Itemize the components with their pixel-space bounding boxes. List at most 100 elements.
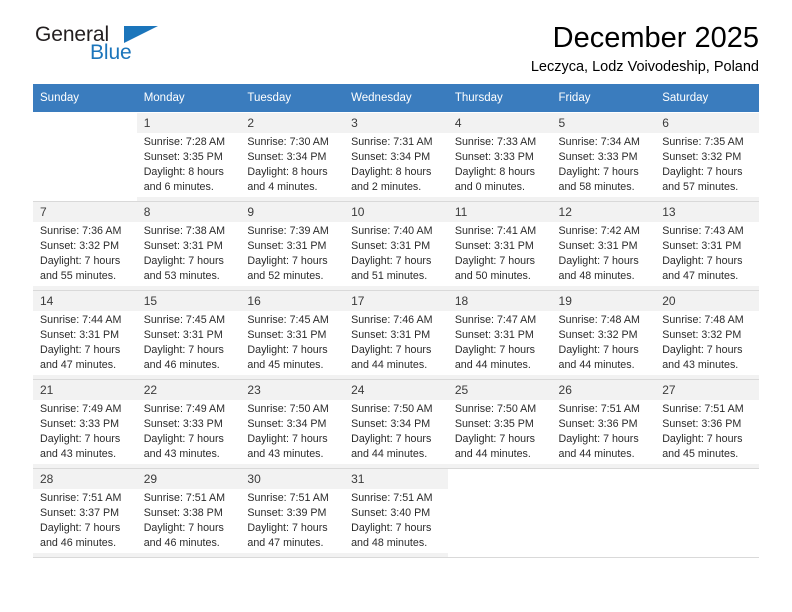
calendar-page: General Blue December 2025 Leczyca, Lodz… <box>0 0 792 612</box>
day-detail-line: and 43 minutes. <box>40 448 117 461</box>
calendar-cell-empty <box>33 112 137 202</box>
day-details: Sunrise: 7:44 AM Sunset: 3:31 PM Daylight:… <box>33 311 137 376</box>
calendar-day-cell[interactable]: 3 Sunrise: 7:31 AM Sunset: 3:34 PM Daylight… <box>344 112 448 202</box>
calendar-day-cell[interactable]: 4 Sunrise: 7:33 AM Sunset: 3:33 PM Daylight… <box>447 112 552 202</box>
day-detail-line: and 47 minutes. <box>662 270 739 283</box>
day-number: 4 <box>447 113 552 134</box>
day-detail-line: and 6 minutes. <box>143 181 214 194</box>
calendar-day-cell[interactable]: 29 Sunrise: 7:51 AM Sunset: 3:38 PM Dayligh… <box>136 468 241 558</box>
calendar-day-cell[interactable]: 1 Sunrise: 7:28 AM Sunset: 3:35 PM Daylight… <box>136 112 241 202</box>
day-detail-line: Sunset: 3:33 PM <box>558 151 638 164</box>
calendar-day-cell[interactable]: 17 Sunrise: 7:46 AM Sunset: 3:31 PM Dayligh… <box>344 290 448 380</box>
page-subtitle: Leczyca, Lodz Voivodeship, Poland <box>530 59 759 76</box>
weekday-header-thursday: Thursday <box>447 84 552 113</box>
calendar-day-cell[interactable]: 8 Sunrise: 7:38 AM Sunset: 3:31 PM Daylight… <box>136 201 241 291</box>
day-detail-line: Daylight: 7 hours <box>40 433 121 446</box>
calendar-day-cell[interactable]: 25 Sunrise: 7:50 AM Sunset: 3:35 PM Dayligh… <box>447 379 552 469</box>
calendar-day-cell[interactable]: 23 Sunrise: 7:50 AM Sunset: 3:34 PM Dayligh… <box>240 379 345 469</box>
calendar-day-cell[interactable]: 12 Sunrise: 7:42 AM Sunset: 3:31 PM Dayligh… <box>551 201 656 291</box>
calendar-day-cell[interactable]: 24 Sunrise: 7:50 AM Sunset: 3:34 PM Dayligh… <box>344 379 448 469</box>
day-detail-line: Daylight: 7 hours <box>558 433 639 446</box>
weekday-header-saturday: Saturday <box>655 84 759 113</box>
calendar-day-cell[interactable]: 9 Sunrise: 7:39 AM Sunset: 3:31 PM Daylight… <box>240 201 345 291</box>
day-details: Sunrise: 7:51 AM Sunset: 3:37 PM Daylight:… <box>33 489 137 554</box>
calendar-cell-empty <box>447 468 552 558</box>
calendar-day-cell[interactable]: 19 Sunrise: 7:48 AM Sunset: 3:32 PM Dayligh… <box>551 290 656 380</box>
calendar-day-cell[interactable]: 28 Sunrise: 7:51 AM Sunset: 3:37 PM Dayligh… <box>33 468 137 558</box>
day-details <box>551 489 656 554</box>
calendar-day-cell[interactable]: 7 Sunrise: 7:36 AM Sunset: 3:32 PM Daylight… <box>33 201 137 291</box>
day-detail-line: Sunrise: 7:36 AM <box>40 225 122 238</box>
calendar-week-row: 21 Sunrise: 7:49 AM Sunset: 3:33 PM Dayligh… <box>33 379 759 469</box>
calendar-day-cell[interactable]: 16 Sunrise: 7:45 AM Sunset: 3:31 PM Dayligh… <box>240 290 345 380</box>
brand-name-bottom: Blue <box>90 41 132 64</box>
weekday-header-wednesday: Wednesday <box>344 84 448 113</box>
day-detail-line: Daylight: 7 hours <box>40 344 121 357</box>
day-detail-line: and 44 minutes. <box>558 448 635 461</box>
day-detail-line: Sunset: 3:36 PM <box>662 418 742 431</box>
calendar-day-cell[interactable]: 21 Sunrise: 7:49 AM Sunset: 3:33 PM Dayligh… <box>33 379 137 469</box>
day-detail-line: and 46 minutes. <box>143 359 220 372</box>
calendar-day-cell[interactable]: 20 Sunrise: 7:48 AM Sunset: 3:32 PM Dayligh… <box>655 290 759 380</box>
day-detail-line: Sunset: 3:33 PM <box>454 151 534 164</box>
day-detail-line: Sunrise: 7:43 AM <box>662 225 744 238</box>
calendar-day-cell[interactable]: 6 Sunrise: 7:35 AM Sunset: 3:32 PM Daylight… <box>655 112 759 202</box>
day-detail-line: Sunset: 3:35 PM <box>143 151 223 164</box>
calendar-week-row: 7 Sunrise: 7:36 AM Sunset: 3:32 PM Daylight… <box>33 201 759 291</box>
day-detail-line: Daylight: 8 hours <box>247 166 328 179</box>
day-details <box>655 489 759 554</box>
day-detail-line: Daylight: 7 hours <box>454 255 536 268</box>
day-detail-line: and 45 minutes. <box>247 359 324 372</box>
day-detail-line: Sunrise: 7:51 AM <box>662 403 744 416</box>
day-detail-line: Sunrise: 7:40 AM <box>351 225 433 238</box>
day-number: 14 <box>33 291 137 312</box>
calendar-day-cell[interactable]: 5 Sunrise: 7:34 AM Sunset: 3:33 PM Daylight… <box>551 112 656 202</box>
day-detail-line: Sunrise: 7:28 AM <box>143 136 226 149</box>
title-block: December 2025 Leczyca, Lodz Voivodeship,… <box>219 22 759 77</box>
calendar-day-cell[interactable]: 2 Sunrise: 7:30 AM Sunset: 3:34 PM Daylight… <box>240 112 345 202</box>
day-details: Sunrise: 7:33 AM Sunset: 3:33 PM Daylight:… <box>447 133 552 198</box>
day-details: Sunrise: 7:28 AM Sunset: 3:35 PM Daylight:… <box>136 133 241 198</box>
day-detail-line: and 48 minutes. <box>351 537 428 550</box>
day-detail-line: Sunrise: 7:33 AM <box>454 136 537 149</box>
day-detail-line: Sunset: 3:31 PM <box>247 240 327 253</box>
day-detail-line: Sunset: 3:32 PM <box>662 329 742 342</box>
weekday-header-row: Sunday Monday Tuesday Wednesday Thursday Frid… <box>33 84 759 113</box>
day-detail-line: Sunset: 3:31 PM <box>247 329 327 342</box>
day-details <box>33 133 137 198</box>
day-number <box>552 469 656 489</box>
day-details: Sunrise: 7:51 AM Sunset: 3:38 PM Daylight:… <box>136 489 241 554</box>
day-detail-line: Sunrise: 7:35 AM <box>662 136 744 149</box>
calendar-day-cell[interactable]: 18 Sunrise: 7:47 AM Sunset: 3:31 PM Dayligh… <box>447 290 552 380</box>
day-number: 5 <box>551 113 656 134</box>
calendar-day-cell[interactable]: 10 Sunrise: 7:40 AM Sunset: 3:31 PM Dayligh… <box>344 201 448 291</box>
calendar-day-cell[interactable]: 27 Sunrise: 7:51 AM Sunset: 3:36 PM Dayligh… <box>655 379 759 469</box>
day-details: Sunrise: 7:41 AM Sunset: 3:31 PM Daylight:… <box>447 222 552 287</box>
calendar-day-cell[interactable]: 14 Sunrise: 7:44 AM Sunset: 3:31 PM Dayligh… <box>33 290 137 380</box>
day-detail-line: Daylight: 7 hours <box>143 433 224 446</box>
day-details: Sunrise: 7:35 AM Sunset: 3:32 PM Daylight:… <box>655 133 759 198</box>
calendar-day-cell[interactable]: 31 Sunrise: 7:51 AM Sunset: 3:40 PM Dayligh… <box>344 468 448 558</box>
day-detail-line: Daylight: 7 hours <box>662 344 743 357</box>
day-detail-line: and 48 minutes. <box>558 270 635 283</box>
calendar-week-row: 28 Sunrise: 7:51 AM Sunset: 3:37 PM Dayligh… <box>33 468 759 558</box>
page-title: December 2025 <box>552 22 759 54</box>
day-detail-line: Daylight: 7 hours <box>143 255 224 268</box>
calendar-day-cell[interactable]: 13 Sunrise: 7:43 AM Sunset: 3:31 PM Dayligh… <box>655 201 759 291</box>
calendar-cell-empty <box>551 468 656 558</box>
day-number: 1 <box>136 113 241 134</box>
day-number: 20 <box>655 291 759 312</box>
calendar-day-cell[interactable]: 26 Sunrise: 7:51 AM Sunset: 3:36 PM Dayligh… <box>551 379 656 469</box>
day-detail-line: Sunset: 3:31 PM <box>454 329 534 342</box>
calendar-day-cell[interactable]: 22 Sunrise: 7:49 AM Sunset: 3:33 PM Dayligh… <box>136 379 241 469</box>
day-details: Sunrise: 7:50 AM Sunset: 3:34 PM Daylight:… <box>240 400 345 465</box>
calendar-day-cell[interactable]: 11 Sunrise: 7:41 AM Sunset: 3:31 PM Dayligh… <box>447 201 552 291</box>
day-details: Sunrise: 7:51 AM Sunset: 3:36 PM Daylight:… <box>655 400 759 465</box>
day-detail-line: Daylight: 7 hours <box>247 522 328 535</box>
day-number: 29 <box>136 469 241 490</box>
day-detail-line: Sunrise: 7:51 AM <box>143 492 226 505</box>
day-details: Sunrise: 7:45 AM Sunset: 3:31 PM Daylight:… <box>136 311 241 376</box>
calendar-day-cell[interactable]: 30 Sunrise: 7:51 AM Sunset: 3:39 PM Dayligh… <box>240 468 345 558</box>
day-details: Sunrise: 7:46 AM Sunset: 3:31 PM Daylight:… <box>344 311 448 376</box>
calendar-day-cell[interactable]: 15 Sunrise: 7:45 AM Sunset: 3:31 PM Dayligh… <box>136 290 241 380</box>
